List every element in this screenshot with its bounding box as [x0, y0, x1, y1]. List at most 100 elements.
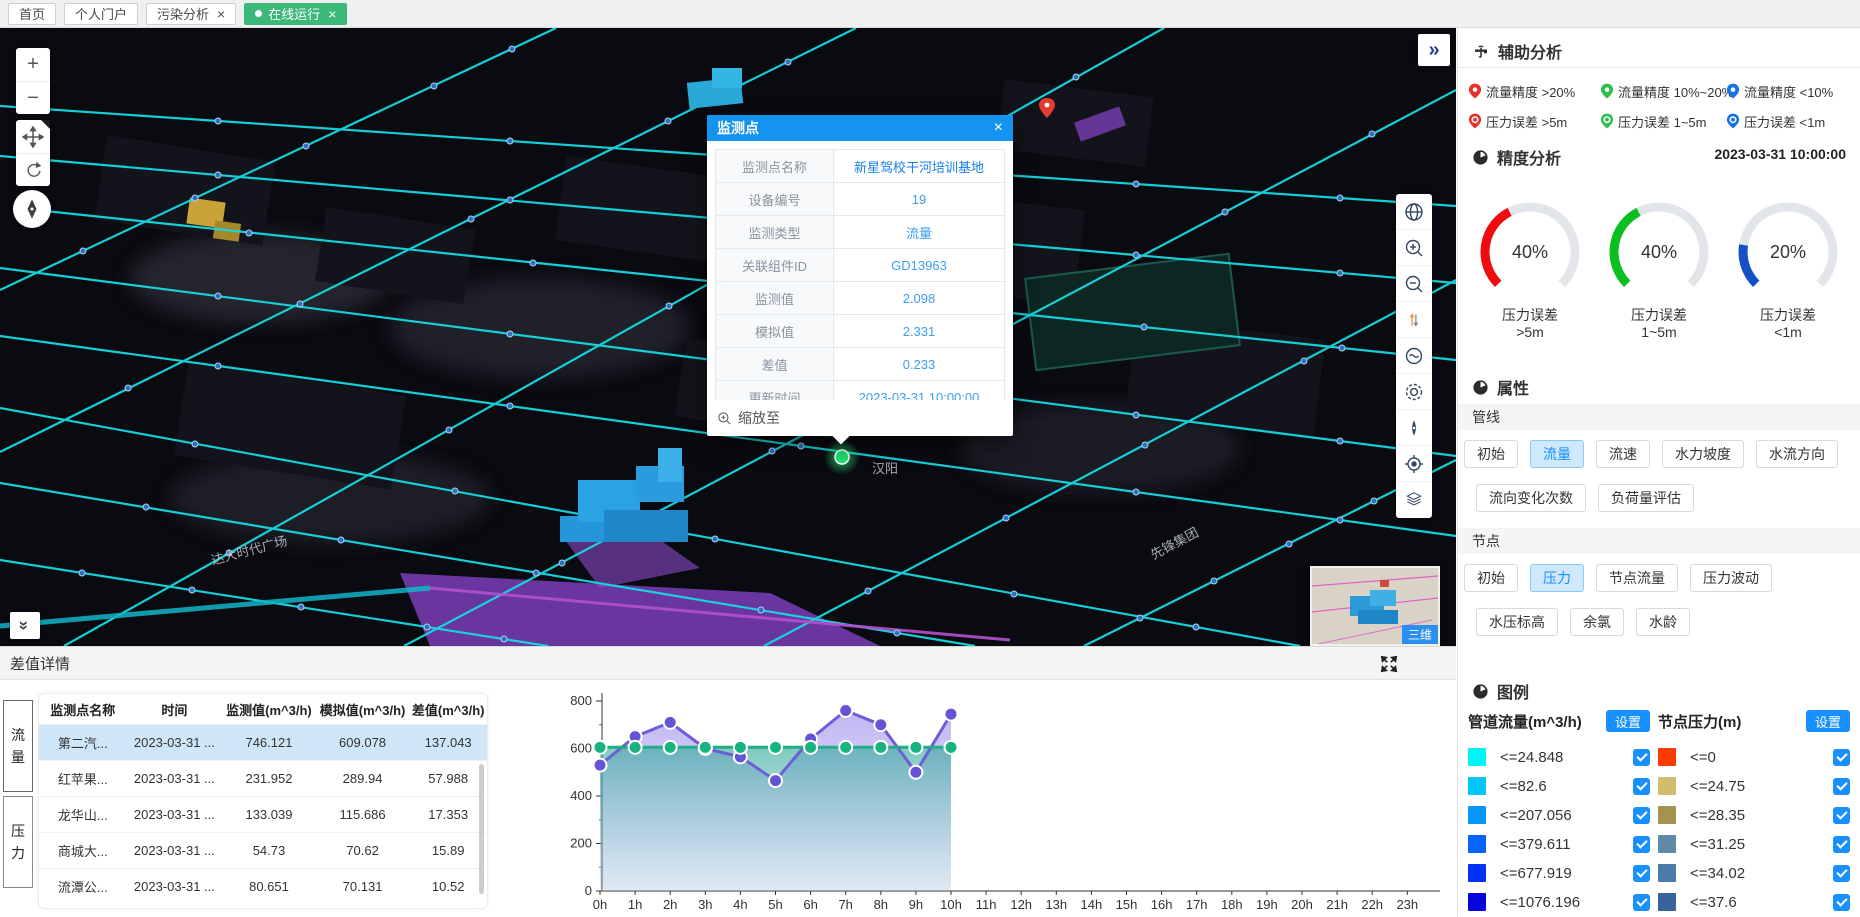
legend-item: <=37.6 [1658, 893, 1850, 911]
nav-tab[interactable]: 首页 [8, 3, 56, 25]
legend-checkbox[interactable] [1833, 807, 1850, 824]
table-cell: 10.52 [409, 879, 487, 894]
gauge-label-line1: 压力误差 [1470, 307, 1590, 324]
svg-text:0: 0 [585, 883, 592, 898]
attribute-button[interactable]: 水压标高 [1476, 608, 1558, 636]
map-tool-zoom-in[interactable] [1396, 230, 1432, 266]
legend-column: 节点压力(m)设置<=0<=24.75<=28.35<=31.25<=34.02… [1658, 708, 1850, 917]
map-tool-flood[interactable] [1396, 338, 1432, 374]
zoom-in-icon [1404, 238, 1424, 258]
legend-item-label: <=31.25 [1690, 836, 1833, 853]
table-scrollbar[interactable] [479, 764, 484, 894]
tab-close-icon[interactable]: × [328, 7, 336, 21]
measure-type-tabs: 流量压力 [3, 700, 33, 892]
legend-item: <=34.02 [1658, 864, 1850, 882]
table-row[interactable]: 流潭公...2023-03-31 ...80.65170.13110.52 [39, 868, 487, 904]
popup-field-label: 设备编号 [716, 183, 834, 215]
attribute-button[interactable]: 水龄 [1636, 608, 1690, 636]
measure-tab[interactable]: 流量 [3, 700, 33, 792]
table-row[interactable]: 商城大...2023-03-31 ...54.7370.6215.89 [39, 832, 487, 868]
attribute-button[interactable]: 余氯 [1570, 608, 1624, 636]
tab-close-icon[interactable]: × [217, 7, 225, 21]
legend-settings-button[interactable]: 设置 [1606, 710, 1650, 732]
map-tool-globe[interactable] [1396, 194, 1432, 230]
table-row[interactable]: 龙华山...2023-03-31 ...133.039115.68617.353 [39, 796, 487, 832]
attribute-button[interactable]: 初始 [1464, 440, 1518, 468]
minimap[interactable]: 三维 [1310, 566, 1440, 646]
legend-checkbox[interactable] [1833, 836, 1850, 853]
legend-checkbox[interactable] [1833, 865, 1850, 882]
compass-control[interactable] [13, 190, 51, 228]
table-cell: 2023-03-31 ... [127, 879, 223, 894]
legend-settings-button[interactable]: 设置 [1806, 710, 1850, 732]
selected-point-marker[interactable] [824, 439, 860, 475]
legend-column-header: 管道流量(m^3/h)设置 [1468, 708, 1650, 734]
attribute-button[interactable]: 节点流量 [1596, 564, 1678, 592]
popup-field-value: GD13963 [834, 249, 1004, 281]
svg-text:40%: 40% [1641, 242, 1677, 262]
attribute-button[interactable]: 流量 [1530, 440, 1584, 468]
attribute-button[interactable]: 流向变化次数 [1476, 484, 1586, 512]
legend-item-label: <=24.75 [1690, 778, 1833, 795]
map-pin-icon [1468, 82, 1482, 100]
nav-tab[interactable]: 在线运行× [244, 3, 347, 25]
popup-field-label: 监测类型 [716, 216, 834, 248]
legend-checkbox[interactable] [1633, 749, 1650, 766]
measure-tab[interactable]: 压力 [3, 796, 33, 888]
attribute-button[interactable]: 水流方向 [1756, 440, 1838, 468]
legend-item-label: <=379.611 [1500, 836, 1633, 853]
attribute-button[interactable]: 流速 [1596, 440, 1650, 468]
table-cell: 289.94 [316, 771, 410, 786]
sidebar-collapse-button[interactable]: » [1418, 34, 1450, 66]
panel-expand-button[interactable] [1378, 653, 1400, 675]
table-header-cell: 时间 [127, 700, 223, 719]
bottom-panel-collapse-button[interactable]: » [10, 612, 40, 639]
attribute-button[interactable]: 负荷量评估 [1598, 484, 1694, 512]
table-row[interactable]: 第二汽...2023-03-31 ...746.121609.078137.04… [39, 724, 487, 760]
attribute-button[interactable]: 压力 [1530, 564, 1584, 592]
popup-field-value: 流量 [834, 216, 1004, 248]
legend-checkbox[interactable] [1833, 749, 1850, 766]
table-cell: 2023-03-31 ... [127, 807, 223, 822]
attribute-button[interactable]: 初始 [1464, 564, 1518, 592]
table-row[interactable]: 红苹果...2023-03-31 ...231.952289.9457.988 [39, 760, 487, 796]
nav-tab[interactable]: 个人门户 [64, 3, 138, 25]
diff-chart-container: 02004006008000h1h2h3h4h5h6h7h8h9h10h11h1… [498, 681, 1450, 917]
map-tool-locate[interactable] [1396, 446, 1432, 482]
attribute-button[interactable]: 水力坡度 [1662, 440, 1744, 468]
map-zoom-in-button[interactable]: + [16, 48, 50, 81]
nav-tab[interactable]: 污染分析× [146, 3, 236, 25]
map-tool-ring[interactable] [1396, 374, 1432, 410]
map-tool-layers[interactable] [1396, 482, 1432, 518]
legend-checkbox[interactable] [1633, 778, 1650, 795]
popup-field-label: 关联组件ID [716, 249, 834, 281]
map-zoom-out-button[interactable]: − [16, 81, 50, 114]
popup-close-icon[interactable]: × [994, 119, 1003, 137]
map-tool-zoom-out[interactable] [1396, 266, 1432, 302]
legend-checkbox[interactable] [1833, 894, 1850, 911]
attribute-button[interactable]: 压力波动 [1690, 564, 1772, 592]
legend-checkbox[interactable] [1633, 865, 1650, 882]
table-cell: 70.62 [316, 843, 410, 858]
minimap-mode-label[interactable]: 三维 [1402, 625, 1438, 644]
swap-vertical-icon [1404, 310, 1424, 330]
precision-gauge: 40%压力误差1~5m [1599, 198, 1719, 341]
legend-checkbox[interactable] [1633, 894, 1650, 911]
svg-text:40%: 40% [1512, 242, 1548, 262]
map-tool-needle[interactable] [1396, 410, 1432, 446]
map-rotate-button[interactable] [16, 153, 50, 186]
table-header-row: 监测点名称时间监测值(m^3/h)模拟值(m^3/h)差值(m^3/h) [39, 694, 487, 724]
table-cell: 80.651 [222, 879, 316, 894]
legend-checkbox[interactable] [1633, 807, 1650, 824]
diff-chart[interactable]: 02004006008000h1h2h3h4h5h6h7h8h9h10h11h1… [498, 681, 1450, 916]
map-3d-view[interactable]: + − [0, 28, 1456, 646]
legend-checkbox[interactable] [1833, 778, 1850, 795]
legend-checkbox[interactable] [1633, 836, 1650, 853]
popup-zoom-to-action[interactable]: 缩放至 [707, 400, 1013, 436]
pin-legend-label: 流量精度 10%~20% [1618, 82, 1733, 101]
attribute-group-title: 管线 [1458, 404, 1860, 430]
map-tool-swap-level[interactable] [1396, 302, 1432, 338]
layers-icon [1404, 490, 1424, 510]
popup-rows: 监测点名称新星驾校干河培训基地设备编号19监测类型流量关联组件IDGD13963… [715, 149, 1005, 400]
popup-field-value[interactable]: 新星驾校干河培训基地 [834, 150, 1004, 182]
